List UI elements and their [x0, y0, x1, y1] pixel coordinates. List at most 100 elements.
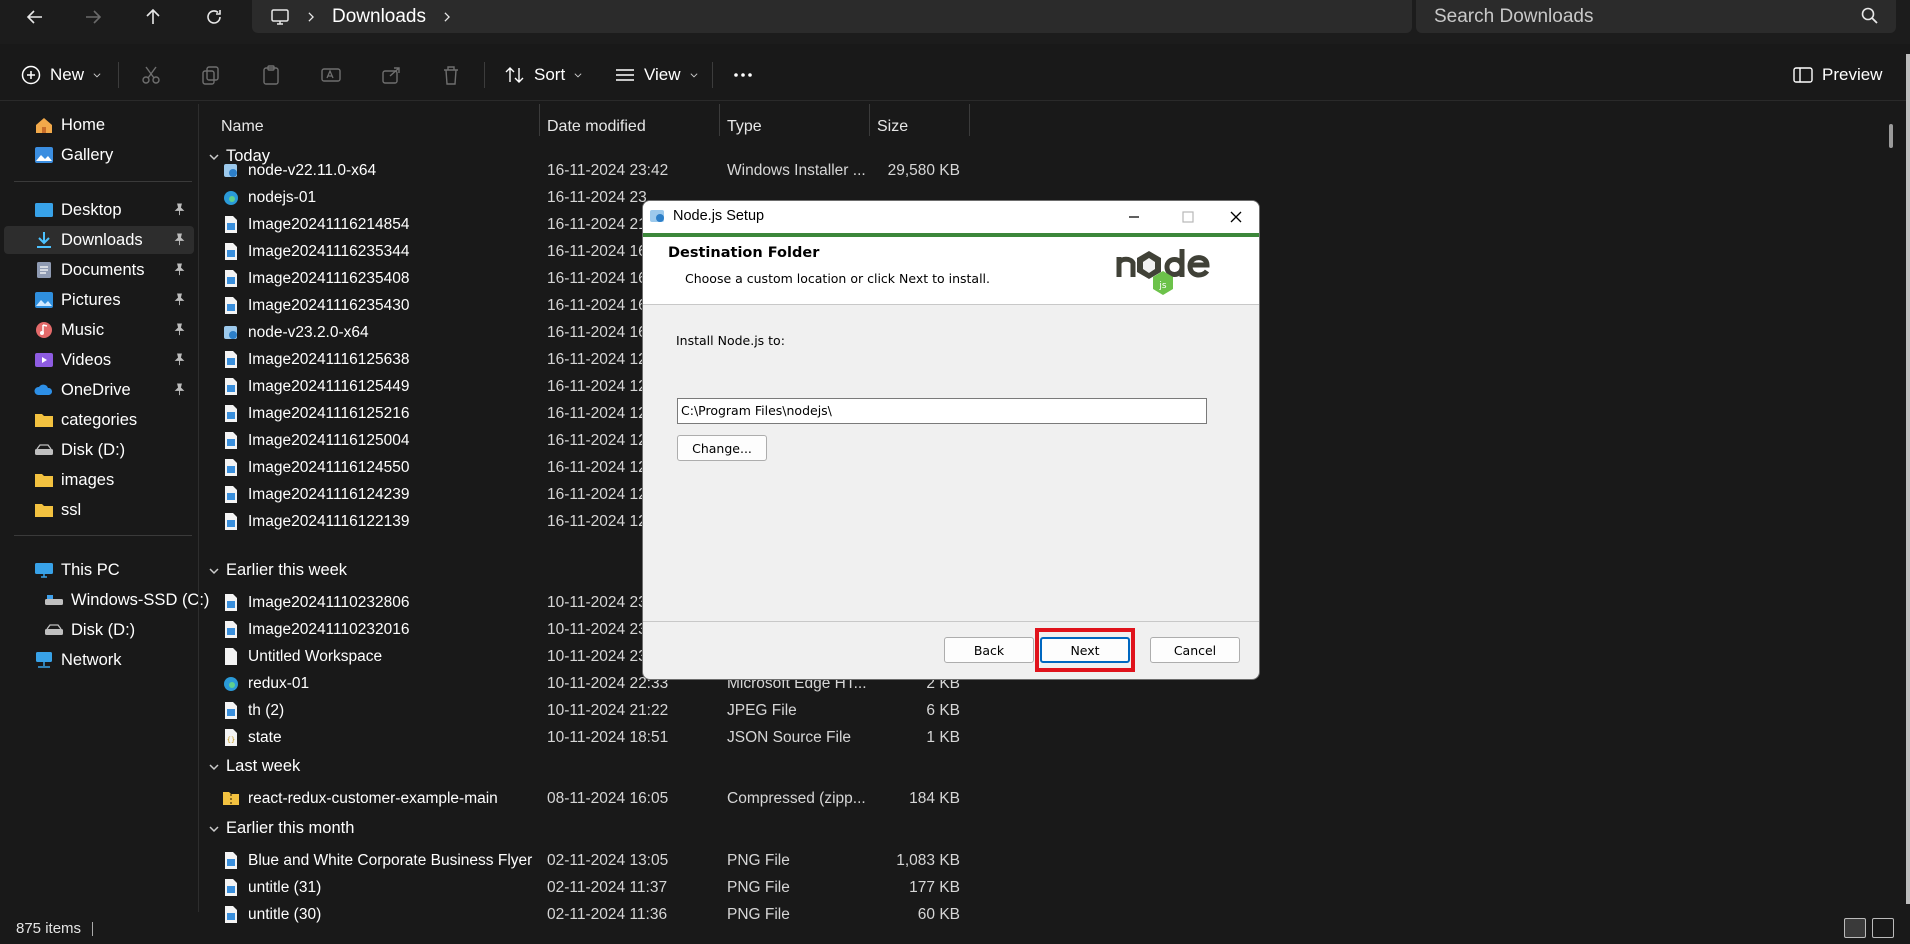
svg-text:js: js — [1158, 281, 1167, 291]
image-file-icon — [225, 216, 237, 233]
sidebar-item-network[interactable]: Network — [4, 646, 194, 674]
dialog-heading: Destination Folder — [668, 245, 820, 261]
file-date: 16-11-2024 23:42 — [547, 162, 669, 179]
chevron-right-icon[interactable] — [440, 7, 454, 27]
sidebar-item-pictures[interactable]: Pictures — [4, 286, 194, 314]
rename-icon[interactable] — [320, 60, 342, 90]
file-name: Image20241110232016 — [248, 621, 410, 638]
minimize-button[interactable] — [1111, 201, 1157, 233]
cancel-button[interactable]: Cancel — [1150, 637, 1240, 663]
cut-icon[interactable] — [140, 60, 162, 90]
sidebar-item-windows-ssd[interactable]: Windows-SSD (C:) — [4, 586, 209, 614]
sidebar-item-desktop[interactable]: Desktop — [4, 196, 194, 224]
download-icon — [37, 232, 51, 248]
videos-icon — [35, 353, 53, 367]
this-pc-icon — [35, 563, 53, 578]
view-button[interactable]: View — [614, 60, 699, 90]
file-row[interactable]: untitle (31) 02-11-2024 11:37 PNG File 177 … — [222, 875, 1172, 901]
details-view-icon[interactable] — [1844, 918, 1866, 938]
pin-icon[interactable] — [173, 323, 186, 336]
file-date: 16-11-2024 12 — [547, 405, 647, 422]
sidebar-item-ssl[interactable]: ssl — [4, 496, 194, 524]
onedrive-cloud-icon — [34, 384, 53, 395]
pin-icon[interactable] — [173, 233, 186, 246]
share-icon[interactable] — [380, 60, 402, 90]
file-date: 16-11-2024 16 — [547, 243, 647, 260]
tiles-view-icon[interactable] — [1872, 918, 1894, 938]
file-name: node-v23.2.0-x64 — [248, 324, 369, 341]
file-row[interactable]: Blue and White Corporate Business Flyer 0… — [222, 848, 1172, 874]
image-file-icon — [225, 405, 237, 422]
sidebar-item-categories[interactable]: categories — [4, 406, 194, 434]
preview-button[interactable]: Preview — [1792, 60, 1882, 90]
file-row[interactable]: react-redux-customer-example-main 08-11-2… — [222, 786, 1172, 812]
sidebar-item-gallery[interactable]: Gallery — [4, 141, 194, 169]
sidebar-item-music[interactable]: Music — [4, 316, 194, 344]
delete-icon[interactable] — [440, 60, 462, 90]
pin-icon[interactable] — [173, 353, 186, 366]
search-input[interactable]: Search Downloads — [1416, 0, 1896, 33]
up-arrow-icon[interactable] — [136, 4, 170, 30]
file-name: nodejs-01 — [248, 189, 317, 206]
change-button[interactable]: Change... — [677, 435, 767, 461]
status-bar: 875 items — [0, 914, 1910, 944]
vertical-scrollbar[interactable] — [1886, 104, 1896, 912]
preview-label: Preview — [1822, 65, 1883, 84]
sort-label: Sort — [534, 65, 566, 84]
column-header-name[interactable]: Name — [221, 118, 264, 136]
group-header-earlier-this-week[interactable]: Earlier this week — [208, 561, 347, 580]
dialog-titlebar[interactable]: Node.js Setup — [643, 201, 1259, 233]
navigation-pane: Home Gallery Desktop Downloads Documents… — [0, 104, 209, 912]
zip-folder-icon — [223, 792, 239, 805]
install-path-field[interactable]: C:\Program Files\nodejs\ — [677, 398, 1207, 424]
sidebar-item-disk-d-pc[interactable]: Disk (D:) — [4, 616, 194, 644]
image-file-icon — [225, 513, 237, 530]
paste-icon[interactable] — [260, 60, 282, 90]
image-file-icon — [225, 486, 237, 503]
file-date: 16-11-2024 12 — [547, 486, 647, 503]
file-row[interactable]: th (2) 10-11-2024 21:22 JPEG File 6 KB — [222, 698, 1172, 724]
pin-icon[interactable] — [173, 263, 186, 276]
sort-button[interactable]: Sort — [504, 60, 583, 90]
file-date: 16-11-2024 12 — [547, 459, 647, 476]
more-options-icon[interactable] — [732, 60, 754, 90]
pin-icon[interactable] — [173, 203, 186, 216]
image-file-icon — [225, 378, 237, 395]
new-button[interactable]: New — [20, 60, 102, 90]
chevron-right-icon[interactable] — [304, 7, 318, 27]
monitor-icon — [271, 8, 289, 25]
column-header-type[interactable]: Type — [727, 118, 762, 136]
group-header-earlier-this-month[interactable]: Earlier this month — [208, 819, 354, 838]
back-button[interactable]: Back — [944, 637, 1034, 663]
file-type: PNG File — [727, 852, 790, 869]
breadcrumb[interactable]: Downloads — [252, 0, 1412, 33]
image-file-icon — [225, 879, 237, 896]
pin-icon[interactable] — [173, 383, 186, 396]
sidebar-item-home[interactable]: Home — [4, 111, 194, 139]
home-icon — [36, 118, 52, 133]
sidebar-item-onedrive[interactable]: OneDrive — [4, 376, 194, 404]
sidebar-item-downloads[interactable]: Downloads — [4, 226, 194, 254]
copy-icon[interactable] — [200, 60, 222, 90]
pin-icon[interactable] — [173, 293, 186, 306]
image-file-icon — [225, 621, 237, 638]
file-row[interactable]: node-v22.11.0-x64 16-11-2024 23:42 Windows… — [222, 158, 1172, 184]
group-header-last-week[interactable]: Last week — [208, 757, 300, 776]
sidebar-item-documents[interactable]: Documents — [4, 256, 194, 284]
breadcrumb-downloads[interactable]: Downloads — [332, 6, 426, 28]
back-arrow-icon[interactable] — [18, 4, 52, 30]
refresh-icon[interactable] — [197, 4, 231, 30]
nodejs-logo: js — [1116, 249, 1210, 295]
file-row[interactable]: {} state 10-11-2024 18:51 JSON Source File 1… — [222, 725, 1172, 751]
forward-arrow-icon[interactable] — [76, 4, 110, 30]
sidebar-item-images[interactable]: images — [4, 466, 194, 494]
sidebar-item-disk-d[interactable]: Disk (D:) — [4, 436, 194, 464]
network-icon — [36, 652, 52, 668]
scrollbar-thumb[interactable] — [1889, 124, 1893, 148]
column-header-size[interactable]: Size — [877, 118, 908, 136]
sidebar-item-this-pc[interactable]: This PC — [4, 556, 194, 584]
sidebar-item-videos[interactable]: Videos — [4, 346, 194, 374]
documents-icon — [37, 262, 51, 278]
close-button[interactable] — [1213, 201, 1259, 233]
column-header-date[interactable]: Date modified — [547, 118, 646, 136]
